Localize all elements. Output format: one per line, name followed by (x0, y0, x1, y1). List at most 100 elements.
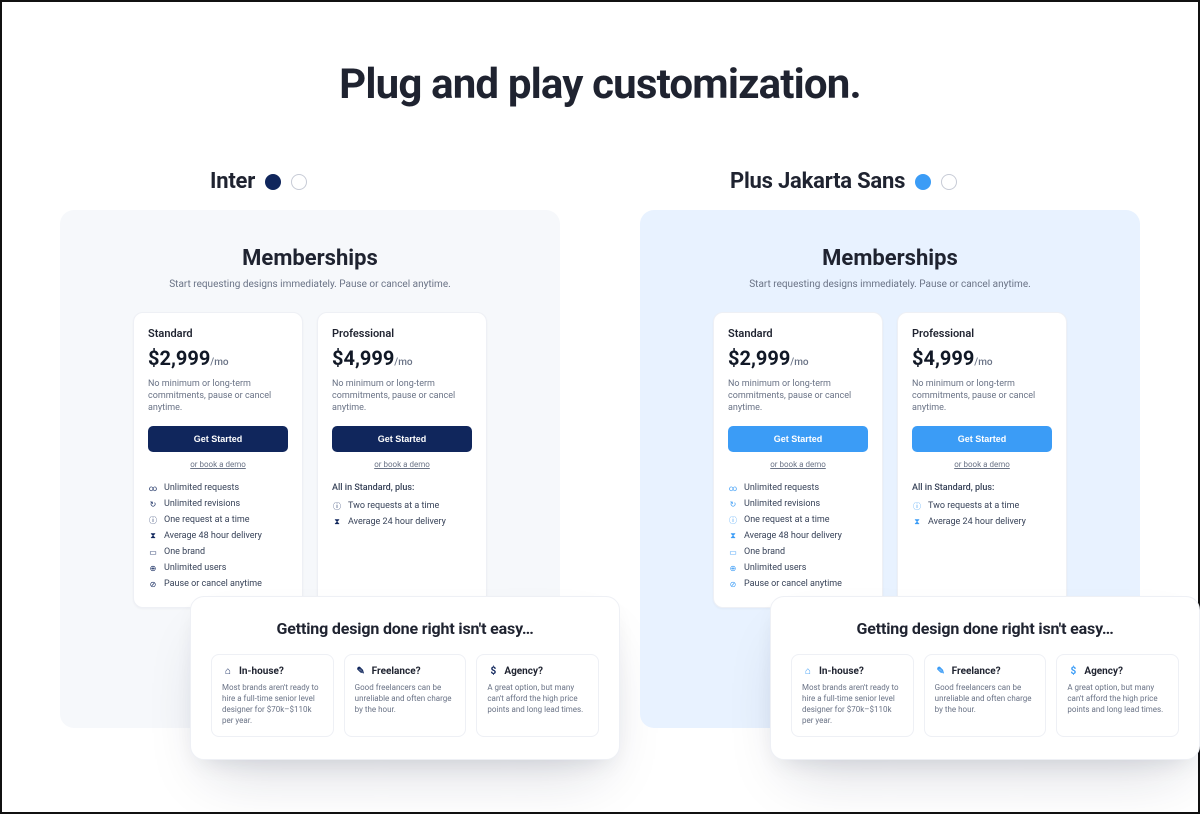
overlay-cards: ⌂In-house? Most brands aren't ready to h… (211, 654, 599, 737)
plan-features: ∞Unlimited requests ↻Unlimited revisions… (728, 483, 868, 589)
feature-item: ⓘTwo requests at a time (912, 501, 1052, 511)
plan-standard: Standard $2,999/mo No minimum or long-te… (713, 312, 883, 608)
info-icon: ⓘ (912, 501, 922, 511)
hourglass-icon: ⧗ (332, 517, 342, 527)
hourglass-icon: ⧗ (728, 531, 738, 541)
feature-item: ∞Unlimited requests (148, 483, 288, 493)
plan-features: All in Standard, plus: ⓘTwo requests at … (332, 483, 472, 527)
swatch-secondary[interactable] (941, 174, 957, 190)
feature-item: ∞Unlimited requests (728, 483, 868, 493)
plan-price: $4,999 (332, 346, 394, 370)
feature-item: ⧗Average 24 hour delivery (332, 517, 472, 527)
plan-price-line: $2,999/mo (148, 346, 288, 370)
theme-name: Plus Jakarta Sans (730, 169, 905, 194)
membership-subtitle: Start requesting designs immediately. Pa… (88, 279, 532, 290)
folder-icon: ▭ (728, 547, 738, 557)
feature-item: ⓘTwo requests at a time (332, 501, 472, 511)
plans: Standard $2,999/mo No minimum or long-te… (668, 312, 1112, 608)
overlay-cards: ⌂In-house? Most brands aren't ready to h… (791, 654, 1179, 737)
plans: Standard $2,999/mo No minimum or long-te… (88, 312, 532, 608)
features-title: All in Standard, plus: (912, 483, 1052, 493)
feature-item: ⊕Unlimited users (148, 563, 288, 573)
feature-item: ⊘Pause or cancel anytime (148, 579, 288, 589)
overlay-title: Getting design done right isn't easy… (791, 619, 1179, 638)
book-demo-link[interactable]: or book a demo (332, 460, 472, 469)
page-title: Plug and play customization. (2, 60, 1198, 109)
get-started-button[interactable]: Get Started (148, 426, 288, 452)
overlay-card-inhouse: ⌂In-house? Most brands aren't ready to h… (791, 654, 914, 737)
plan-per: /mo (394, 357, 412, 368)
feature-item: ⧗Average 24 hour delivery (912, 517, 1052, 527)
book-demo-link[interactable]: or book a demo (728, 460, 868, 469)
membership-title: Memberships (88, 246, 532, 271)
pause-icon: ⊘ (728, 579, 738, 589)
pause-icon: ⊘ (148, 579, 158, 589)
plan-features: All in Standard, plus: ⓘTwo requests at … (912, 483, 1052, 527)
features-title: All in Standard, plus: (332, 483, 472, 493)
plan-note: No minimum or long-term commitments, pau… (728, 378, 868, 414)
get-started-button[interactable]: Get Started (332, 426, 472, 452)
plan-note: No minimum or long-term commitments, pau… (148, 378, 288, 414)
hourglass-icon: ⧗ (148, 531, 158, 541)
plan-price: $2,999 (148, 346, 210, 370)
infinity-icon: ∞ (148, 483, 158, 493)
plan-price: $2,999 (728, 346, 790, 370)
overlay-body: Most brands aren't ready to hire a full-… (222, 683, 323, 726)
palette-icon: ✎ (355, 665, 367, 677)
plan-professional: Professional $4,999/mo No minimum or lon… (317, 312, 487, 608)
plan-per: /mo (790, 357, 808, 368)
overlay-card-freelance: ✎Freelance? Good freelancers can be unre… (344, 654, 467, 737)
plan-price-line: $4,999/mo (332, 346, 472, 370)
plan-standard: Standard $2,999/mo No minimum or long-te… (133, 312, 303, 608)
membership-panel: Memberships Start requesting designs imm… (60, 210, 560, 728)
plan-price: $4,999 (912, 346, 974, 370)
feature-item: ⓘOne request at a time (148, 515, 288, 525)
plan-professional: Professional $4,999/mo No minimum or lon… (897, 312, 1067, 608)
membership-panel: Memberships Start requesting designs imm… (640, 210, 1140, 728)
themes-row: Inter Memberships Start requesting desig… (2, 169, 1198, 728)
plan-name: Standard (148, 327, 288, 340)
overlay-body: Most brands aren't ready to hire a full-… (802, 683, 903, 726)
feature-item: ⊘Pause or cancel anytime (728, 579, 868, 589)
overlay-body: A great option, but many can't afford th… (487, 683, 588, 715)
plan-price-line: $4,999/mo (912, 346, 1052, 370)
get-started-button[interactable]: Get Started (728, 426, 868, 452)
home-icon: ⌂ (222, 665, 234, 677)
membership-title: Memberships (668, 246, 1112, 271)
plan-per: /mo (974, 357, 992, 368)
design-difficulty-panel: Getting design done right isn't easy… ⌂I… (770, 596, 1200, 760)
plan-note: No minimum or long-term commitments, pau… (332, 378, 472, 414)
swatch-primary[interactable] (915, 174, 931, 190)
get-started-button[interactable]: Get Started (912, 426, 1052, 452)
book-demo-link[interactable]: or book a demo (912, 460, 1052, 469)
feature-item: ⧗Average 48 hour delivery (728, 531, 868, 541)
overlay-body: A great option, but many can't afford th… (1067, 683, 1168, 715)
feature-item: ▭One brand (728, 547, 868, 557)
theme-name: Inter (210, 169, 255, 194)
feature-item: ⧗Average 48 hour delivery (148, 531, 288, 541)
feature-item: ⓘOne request at a time (728, 515, 868, 525)
hourglass-icon: ⧗ (912, 517, 922, 527)
folder-icon: ▭ (148, 547, 158, 557)
feature-item: ⊕Unlimited users (728, 563, 868, 573)
plan-per: /mo (210, 357, 228, 368)
info-icon: ⓘ (148, 515, 158, 525)
overlay-card-agency: $Agency? A great option, but many can't … (1056, 654, 1179, 737)
feature-item: ↻Unlimited revisions (148, 499, 288, 509)
feature-item: ↻Unlimited revisions (728, 499, 868, 509)
swatch-primary[interactable] (265, 174, 281, 190)
book-demo-link[interactable]: or book a demo (148, 460, 288, 469)
overlay-body: Good freelancers can be unreliable and o… (935, 683, 1036, 715)
home-icon: ⌂ (802, 665, 814, 677)
refresh-icon: ↻ (728, 499, 738, 509)
swatch-secondary[interactable] (291, 174, 307, 190)
dollar-icon: $ (1067, 665, 1079, 677)
dollar-icon: $ (487, 665, 499, 677)
plan-name: Professional (912, 327, 1052, 340)
theme-jakarta: Plus Jakarta Sans Memberships Start requ… (640, 169, 1140, 728)
plan-name: Professional (332, 327, 472, 340)
users-icon: ⊕ (148, 563, 158, 573)
overlay-card-freelance: ✎Freelance? Good freelancers can be unre… (924, 654, 1047, 737)
plan-features: ∞Unlimited requests ↻Unlimited revisions… (148, 483, 288, 589)
overlay-title: Getting design done right isn't easy… (211, 619, 599, 638)
